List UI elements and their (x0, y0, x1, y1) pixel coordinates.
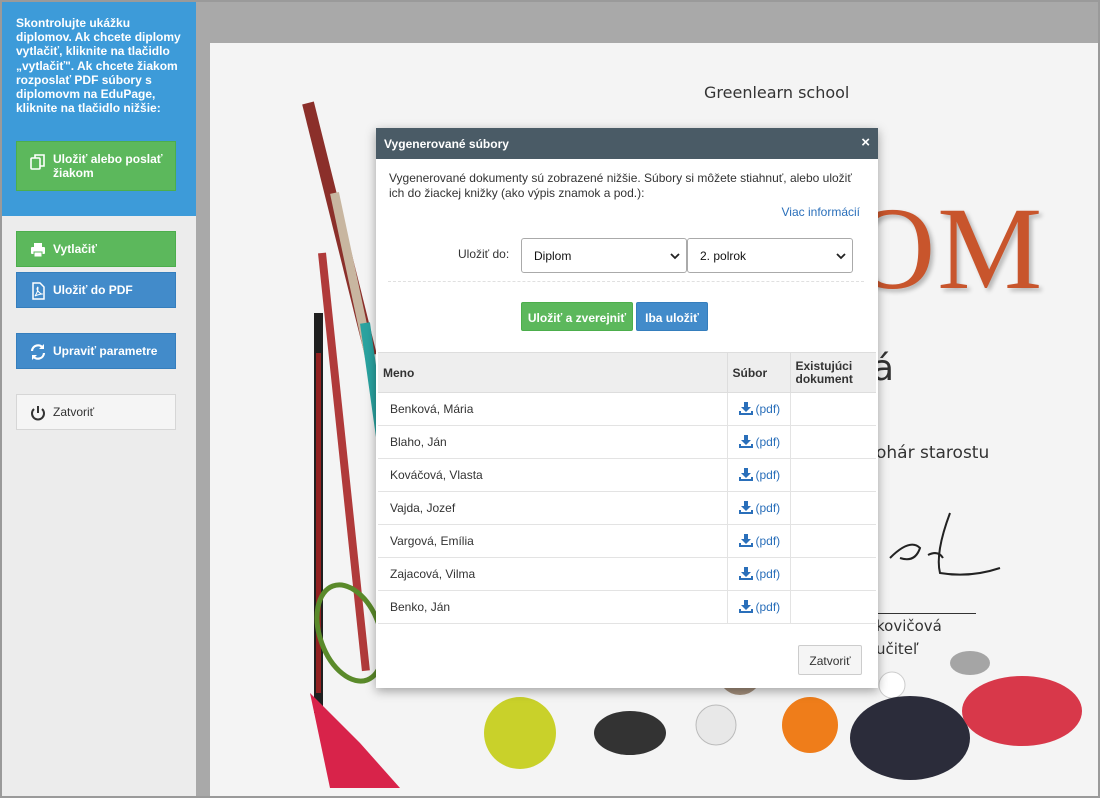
pdf-label: (pdf) (755, 468, 781, 482)
download-icon (738, 402, 753, 415)
save-only-button[interactable]: Iba uložiť (636, 302, 708, 331)
power-icon (31, 406, 45, 421)
file-cell: (pdf) (726, 590, 791, 624)
column-header-file: Súbor (726, 352, 791, 393)
sidebar: Skontrolujte ukážku diplomov. Ak chcete … (2, 2, 196, 796)
close-sidebar-button[interactable]: Zatvoriť (16, 394, 176, 430)
download-pdf-link[interactable]: (pdf) (738, 468, 781, 482)
printer-icon (31, 243, 45, 258)
edit-parameters-label: Upraviť parametre (53, 344, 158, 358)
existing-document-cell (789, 557, 876, 591)
term-value: 2. polrok (700, 249, 747, 263)
pdf-file-icon (32, 282, 45, 300)
edit-parameters-button[interactable]: Upraviť parametre (16, 333, 176, 369)
file-cell: (pdf) (726, 491, 791, 525)
pdf-label: (pdf) (755, 435, 781, 449)
download-pdf-link[interactable]: (pdf) (738, 534, 781, 548)
download-pdf-link[interactable]: (pdf) (738, 567, 781, 581)
save-and-publish-button[interactable]: Uložiť a zverejniť (521, 302, 633, 331)
download-pdf-link[interactable]: (pdf) (738, 402, 781, 416)
file-cell: (pdf) (726, 392, 791, 426)
download-icon (738, 435, 753, 448)
student-name: Zajacová, Vilma (378, 557, 728, 591)
download-icon (738, 600, 753, 613)
existing-document-cell (789, 425, 876, 459)
existing-document-cell (789, 524, 876, 558)
column-header-existing: Existujúci dokument (789, 352, 876, 393)
dialog-close-button[interactable]: Zatvoriť (798, 645, 862, 675)
file-cell: (pdf) (726, 524, 791, 558)
pdf-label: (pdf) (755, 402, 781, 416)
table-row: Kováčová, Vlasta (pdf) (378, 458, 876, 492)
signature-line (876, 613, 976, 614)
save-pdf-label: Uložiť do PDF (53, 283, 133, 297)
pdf-label: (pdf) (755, 534, 781, 548)
sidebar-instructions: Skontrolujte ukážku diplomov. Ak chcete … (16, 16, 181, 116)
table-row: Benková, Mária (pdf) (378, 392, 876, 426)
student-name: Vajda, Jozef (378, 491, 728, 525)
generated-files-dialog: Vygenerované súbory × Vygenerované dokum… (376, 128, 878, 688)
close-sidebar-label: Zatvoriť (53, 405, 95, 419)
diploma-title: OM (850, 183, 1045, 314)
dialog-description: Vygenerované dokumenty sú zobrazené nižš… (389, 171, 852, 200)
download-icon (738, 468, 753, 481)
save-to-label: Uložiť do: (458, 247, 510, 261)
table-row: Zajacová, Vilma (pdf) (378, 557, 876, 591)
table-header-row: Meno Súbor Existujúci dokument (378, 352, 876, 393)
diploma-teacher-name: kovičová (876, 617, 942, 635)
refresh-icon (30, 344, 46, 360)
student-name: Benko, Ján (378, 590, 728, 624)
document-type-value: Diplom (534, 249, 572, 263)
pdf-label: (pdf) (755, 567, 781, 581)
download-pdf-link[interactable]: (pdf) (738, 435, 781, 449)
file-cell: (pdf) (726, 425, 791, 459)
student-name: Vargová, Emília (378, 524, 728, 558)
file-cell: (pdf) (726, 458, 791, 492)
existing-document-cell (789, 392, 876, 426)
diploma-school-name: Greenlearn school (704, 83, 850, 102)
save-or-send-button[interactable]: Uložiť alebo poslať žiakom (16, 141, 176, 191)
existing-document-cell (789, 491, 876, 525)
student-name: Kováčová, Vlasta (378, 458, 728, 492)
student-name: Benková, Mária (378, 392, 728, 426)
download-pdf-link[interactable]: (pdf) (738, 501, 781, 515)
column-header-name: Meno (378, 352, 728, 393)
files-table: Meno Súbor Existujúci dokument Benková, … (378, 352, 876, 624)
existing-document-cell (789, 590, 876, 624)
chevron-down-icon (836, 253, 846, 260)
save-or-send-label: Uložiť alebo poslať žiakom (53, 152, 163, 180)
pdf-label: (pdf) (755, 501, 781, 515)
download-icon (738, 501, 753, 514)
dialog-title: Vygenerované súbory (384, 137, 509, 151)
save-pdf-button[interactable]: Uložiť do PDF (16, 272, 176, 308)
print-button[interactable]: Vytlačiť (16, 231, 176, 267)
divider (388, 281, 864, 282)
diploma-teacher-role: učiteľ (876, 640, 919, 658)
dialog-header: Vygenerované súbory × (376, 128, 878, 159)
term-select[interactable]: 2. polrok (687, 238, 853, 273)
student-name: Blaho, Ján (378, 425, 728, 459)
close-icon[interactable]: × (861, 135, 870, 150)
pdf-label: (pdf) (755, 600, 781, 614)
download-icon (738, 534, 753, 547)
download-icon (738, 567, 753, 580)
table-row: Vajda, Jozef (pdf) (378, 491, 876, 525)
diploma-competition: ohár starostu (876, 443, 990, 463)
download-pdf-link[interactable]: (pdf) (738, 600, 781, 614)
copy-icon (30, 154, 45, 170)
print-label: Vytlačiť (53, 242, 97, 256)
document-type-select[interactable]: Diplom (521, 238, 687, 273)
existing-document-cell (789, 458, 876, 492)
more-info-link[interactable]: Viac informácií (782, 205, 860, 219)
chevron-down-icon (670, 253, 680, 260)
file-cell: (pdf) (726, 557, 791, 591)
table-row: Vargová, Emília (pdf) (378, 524, 876, 558)
table-row: Blaho, Ján (pdf) (378, 425, 876, 459)
table-row: Benko, Ján (pdf) (378, 590, 876, 624)
